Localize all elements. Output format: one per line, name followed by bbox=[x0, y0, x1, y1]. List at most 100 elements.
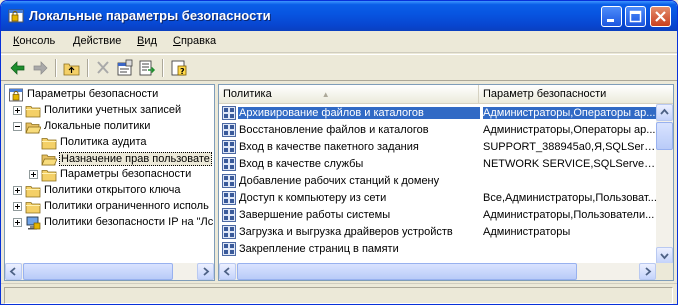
policy-name: Вход в качестве пакетного задания bbox=[239, 141, 419, 153]
policy-row[interactable]: Загрузка и выгрузка драйверов устройств А… bbox=[219, 224, 659, 241]
policy-list-pane[interactable]: Политика ▲ Параметр безопасности Архивиро… bbox=[218, 84, 674, 281]
tree-item-icon bbox=[25, 183, 41, 199]
plus-icon bbox=[15, 188, 20, 193]
policy-row[interactable]: Закрепление страниц в памяти bbox=[219, 241, 659, 258]
tree-item[interactable]: Политики безопасности IP на "Лс bbox=[5, 215, 214, 231]
scroll-right-button[interactable] bbox=[639, 263, 656, 280]
expand-button[interactable] bbox=[13, 186, 22, 195]
tree-item[interactable]: Политики открытого ключа bbox=[5, 183, 214, 199]
scroll-down-button[interactable] bbox=[656, 247, 673, 264]
tree-item-label: Параметры безопасности bbox=[27, 88, 159, 100]
title-bar[interactable]: Локальные параметры безопасности bbox=[1, 1, 677, 31]
arrow-left-icon bbox=[9, 267, 16, 276]
policy-row[interactable]: Доступ к компьютеру из сети Все,Администр… bbox=[219, 190, 659, 207]
policy-row[interactable]: Завершение работы системы Администраторы,… bbox=[219, 207, 659, 224]
toolbar: ? bbox=[1, 54, 677, 81]
back-icon bbox=[10, 61, 25, 75]
tree-horizontal-scrollbar[interactable] bbox=[5, 263, 214, 280]
policy-name: Вход в качестве службы bbox=[239, 158, 364, 170]
vertical-scroll-thumb[interactable] bbox=[656, 122, 673, 150]
list-vertical-scrollbar[interactable] bbox=[656, 104, 673, 264]
tree-item[interactable]: Параметры безопасности bbox=[5, 167, 214, 183]
properties-icon bbox=[117, 59, 133, 76]
minimize-button[interactable] bbox=[601, 6, 622, 27]
plus-icon bbox=[15, 220, 20, 225]
column-header-setting[interactable]: Параметр безопасности bbox=[479, 85, 673, 104]
policy-name: Восстановление файлов и каталогов bbox=[239, 124, 429, 136]
svg-text:?: ? bbox=[180, 67, 185, 76]
scroll-left-button[interactable] bbox=[219, 263, 236, 280]
tree-item[interactable]: Назначение прав пользовате bbox=[5, 151, 214, 167]
window-title: Локальные параметры безопасности bbox=[29, 8, 271, 23]
list-header: Политика ▲ Параметр безопасности bbox=[219, 85, 673, 104]
expand-button[interactable] bbox=[13, 218, 22, 227]
minimize-icon bbox=[607, 19, 614, 22]
app-window: Локальные параметры безопасности Консоль… bbox=[0, 0, 678, 305]
maximize-button[interactable] bbox=[625, 6, 646, 27]
forward-icon bbox=[33, 61, 48, 75]
close-button[interactable] bbox=[650, 6, 671, 27]
tree-pane[interactable]: Параметры безопасности Политики учетных з… bbox=[4, 84, 215, 281]
policy-row[interactable]: Восстановление файлов и каталогов Админис… bbox=[219, 122, 659, 139]
list-horizontal-scrollbar[interactable] bbox=[219, 263, 656, 280]
security-settings-icon bbox=[8, 9, 24, 23]
scroll-up-button[interactable] bbox=[656, 104, 673, 121]
scroll-left-button[interactable] bbox=[5, 263, 22, 280]
delete-button[interactable] bbox=[92, 58, 114, 78]
tree-item[interactable]: Локальные политики bbox=[5, 119, 214, 135]
scroll-thumb[interactable] bbox=[23, 263, 173, 280]
policy-icon bbox=[222, 191, 236, 205]
folder-open-icon bbox=[41, 154, 58, 166]
tree-item-icon bbox=[41, 167, 57, 183]
menu-console[interactable]: Консоль bbox=[13, 35, 55, 47]
policy-icon bbox=[222, 208, 236, 222]
scroll-thumb[interactable] bbox=[237, 263, 577, 280]
expand-button[interactable] bbox=[13, 202, 22, 211]
up-one-level-button[interactable] bbox=[61, 58, 83, 78]
policy-icon bbox=[222, 140, 236, 154]
tree-item-label: Политики открытого ключа bbox=[44, 184, 181, 196]
policy-row[interactable]: Архивирование файлов и каталогов Админист… bbox=[219, 105, 659, 122]
properties-button[interactable] bbox=[114, 58, 136, 78]
policy-setting: Все,Администраторы,Пользоват... bbox=[483, 192, 657, 204]
forward-button[interactable] bbox=[29, 58, 51, 78]
menu-help[interactable]: Справка bbox=[173, 35, 216, 47]
back-button[interactable] bbox=[7, 58, 29, 78]
policy-name: Завершение работы системы bbox=[239, 209, 391, 221]
tree-item-icon bbox=[25, 199, 41, 215]
menu-action[interactable]: Действие bbox=[73, 35, 121, 47]
scrollbar-corner bbox=[656, 263, 673, 280]
folder-icon bbox=[25, 106, 41, 118]
arrow-right-icon bbox=[203, 267, 210, 276]
scroll-right-button[interactable] bbox=[197, 263, 214, 280]
expand-button[interactable] bbox=[29, 170, 38, 179]
menu-view[interactable]: Вид bbox=[137, 35, 157, 47]
policy-setting: NETWORK SERVICE,SQLServer20... bbox=[483, 158, 657, 170]
policy-name: Закрепление страниц в памяти bbox=[239, 243, 399, 255]
tree-item-label: Локальные политики bbox=[44, 120, 151, 132]
policy-icon bbox=[222, 174, 236, 188]
column-header-policy[interactable]: Политика ▲ bbox=[219, 85, 479, 104]
export-list-button[interactable] bbox=[136, 58, 158, 78]
tree-item-icon bbox=[41, 151, 58, 167]
tree-item-icon bbox=[25, 103, 41, 119]
policy-setting: SUPPORT_388945a0,Я,SQLServer... bbox=[483, 141, 657, 153]
folder-open-icon bbox=[25, 122, 42, 134]
security-settings-icon bbox=[9, 88, 23, 102]
policy-row[interactable]: Вход в качестве службы NETWORK SERVICE,SQ… bbox=[219, 156, 659, 173]
tree-item[interactable]: Параметры безопасности bbox=[5, 87, 214, 103]
policy-setting: Администраторы,Операторы ар... bbox=[483, 107, 657, 119]
tree-item[interactable]: Политика аудита bbox=[5, 135, 214, 151]
menu-bar: Консоль Действие Вид Справка bbox=[1, 31, 677, 53]
minus-icon bbox=[15, 126, 20, 127]
collapse-button[interactable] bbox=[13, 122, 22, 131]
tree-item[interactable]: Политики учетных записей bbox=[5, 103, 214, 119]
maximize-icon bbox=[629, 10, 642, 23]
expand-button[interactable] bbox=[13, 106, 22, 115]
policy-row[interactable]: Добавление рабочих станций к домену bbox=[219, 173, 659, 190]
policy-setting: Администраторы bbox=[483, 226, 571, 238]
policy-row[interactable]: Вход в качестве пакетного задания SUPPORT… bbox=[219, 139, 659, 156]
policy-icon bbox=[222, 106, 236, 120]
help-button[interactable]: ? bbox=[168, 58, 190, 78]
tree-item[interactable]: Политики ограниченного исполь bbox=[5, 199, 214, 215]
